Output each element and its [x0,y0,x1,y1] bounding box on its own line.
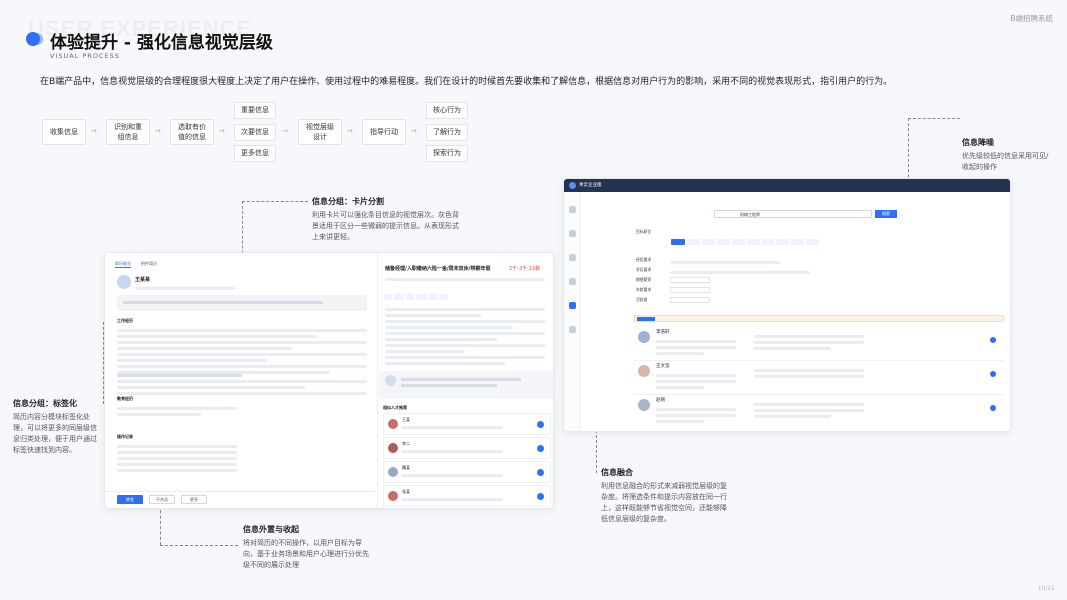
list-item[interactable]: 李二 [383,437,551,459]
arrow-icon: → [282,127,288,135]
candidate-name: 赵刚 [656,398,665,403]
flow-more: 更多信息 [234,145,276,162]
leader-line [908,118,960,119]
annotation-body: 优先级较低的信息采用可见/收起的操作 [962,152,1049,171]
list-item[interactable]: 魏某 [383,461,551,483]
job-title: 储备经理/入职缴纳六险一金/周末双休/带薪年假 [385,266,491,272]
flow-collect: 收集信息 [42,119,86,145]
annotation-title: 信息外置与收起 [243,525,299,534]
app-topbar: 青云企业版 [564,179,1010,192]
annotation-tags: 信息分组：标签化 简历内容分模块标签化处理，可以将更多的同层级信息归类处理，便于… [13,398,97,455]
arrow-icon: → [411,127,417,135]
forward-button[interactable]: 转发 [117,495,143,504]
annotation-reduce-noise: 信息降噪 优先级较低的信息采用可见/收起的操作 [962,137,1052,173]
tab-attachment[interactable]: 附件简历 [141,261,157,268]
candidate-name: 王文莹 [656,364,670,369]
chat-icon[interactable] [990,337,996,343]
search-input[interactable]: 机械工程师 [714,210,872,218]
candidate-list: 李浩轩 王文莹 赵刚 [634,327,1004,429]
app-name: 青云企业版 [579,183,602,188]
flow-learn: 了解行为 [426,124,468,141]
annotation-body: 简历内容分模块标签化处理，可以将更多的同层级信息归类处理，便于用户通过标签快速找… [13,413,97,454]
annotation-fusion: 信息融合 利用信息融合的形式来减弱视觉层级的复杂度。将筛选条件和提示内容放在同一… [601,467,729,524]
flow-guide: 指导行动 [362,119,406,145]
flow-important: 重要信息 [234,102,276,119]
arrow-icon: → [347,127,353,135]
search-button[interactable]: 搜索 [875,210,897,218]
flow-identify: 识别和重 组信息 [106,119,150,145]
section-log: 操作记录 [117,434,133,439]
filter-label: 经验要求 [636,257,652,262]
filter-label: 活跃度 [636,297,648,302]
title-bullet-icon [26,32,40,46]
list-item[interactable]: 王文莹 [634,361,1004,395]
annotation-title: 信息降噪 [962,138,994,147]
chat-icon[interactable] [537,469,544,476]
list-item[interactable]: 张某 [383,485,551,507]
filter-label: 目标职位 [636,229,652,234]
notice-grey-block [379,371,553,399]
brand-label: B端招聘系统 [1010,14,1053,23]
reject-button[interactable]: 不合适 [149,495,175,504]
slide: USER EXPERIENCE 体验提升 - 强化信息视觉层级 VISUAL P… [0,0,1067,600]
leader-line [160,505,161,545]
candidate-name: 李浩轩 [656,330,670,335]
tab-resume-overview[interactable]: 简历概览 [115,261,131,268]
flow-secondary: 次要信息 [234,124,276,141]
info-grey-block [117,295,367,311]
flow-design: 视觉层级 设计 [298,119,342,145]
chat-icon[interactable] [537,421,544,428]
resume-screenshot: 简历概览 附件简历 王某某 工作经历 教育经历 操作记录 转发 不合适 更多 储… [104,252,554,509]
annotation-title: 信息分组：标签化 [13,399,77,408]
list-item[interactable]: 王某 [383,413,551,435]
sidebar [564,192,581,431]
page-number: 10/21 [1037,585,1055,592]
chat-icon[interactable] [537,493,544,500]
flow-select: 选取有价 值的信息 [170,119,214,145]
arrow-icon: → [155,127,161,135]
filter-label: 年龄要求 [636,287,652,292]
similar-talent-title: 相似人才推荐 [383,405,407,410]
section-education: 教育经历 [117,396,133,401]
chat-icon[interactable] [537,445,544,452]
annotation-body: 将对简历的不同操作，以用户目标为导向，基于业务场景和用户心理进行分优先级不同的展… [243,539,369,569]
leader-line [160,545,238,546]
fused-filter-bar [634,315,1004,322]
annotation-outside: 信息外置与收起 将对简历的不同操作，以用户目标为导向，基于业务场景和用户心理进行… [243,524,373,571]
page-title: 体验提升 - 强化信息视觉层级 [50,33,273,53]
section-work: 工作经历 [117,318,133,323]
flow-explore: 探索行为 [426,145,468,162]
filter-label: 学历要求 [636,267,652,272]
arrow-icon: → [219,127,225,135]
filter-panel: 目标职位 经验要求 学历要求 期望薪资 年龄要求 活跃度 [632,227,1002,305]
job-salary: 2千-3千·13薪 [509,266,541,272]
annotation-title: 信息分组：卡片分割 [312,197,384,206]
list-item[interactable]: 赵刚 [634,395,1004,429]
page-subtitle: VISUAL PROCESS [50,52,120,60]
list-item[interactable]: 李浩轩 [634,327,1004,361]
avatar [117,275,131,289]
arrow-icon: → [91,127,97,135]
similar-talent-list: 王某 李二 魏某 张某 [383,413,551,507]
more-button[interactable]: 更多 [181,495,207,504]
candidate-name: 王某某 [135,277,151,283]
annotation-title: 信息融合 [601,468,633,477]
search-screenshot: 青云企业版 机械工程师 搜索 目标职位 经验要求 学历要求 期望薪资 年龄要求 … [563,178,1011,432]
annotation-body: 利用信息融合的形式来减弱视觉层级的复杂度。将筛选条件和提示内容放在同一行上，这样… [601,482,727,523]
chat-icon[interactable] [990,371,996,377]
intro-text: 在B端产品中，信息视觉层级的合理程度很大程度上决定了用户在操作、使用过程中的难易… [40,77,893,87]
leader-line [242,201,308,202]
filter-label: 期望薪资 [636,277,652,282]
annotation-card-split: 信息分组：卡片分割 利用卡片可以强化条目信息的视觉层次。灰色背景适用于区分一些微… [312,196,462,243]
chat-icon[interactable] [990,405,996,411]
flow-core: 核心行为 [426,102,468,119]
annotation-body: 利用卡片可以强化条目信息的视觉层次。灰色背景适用于区分一些微弱的提示信息。从表现… [312,211,459,241]
